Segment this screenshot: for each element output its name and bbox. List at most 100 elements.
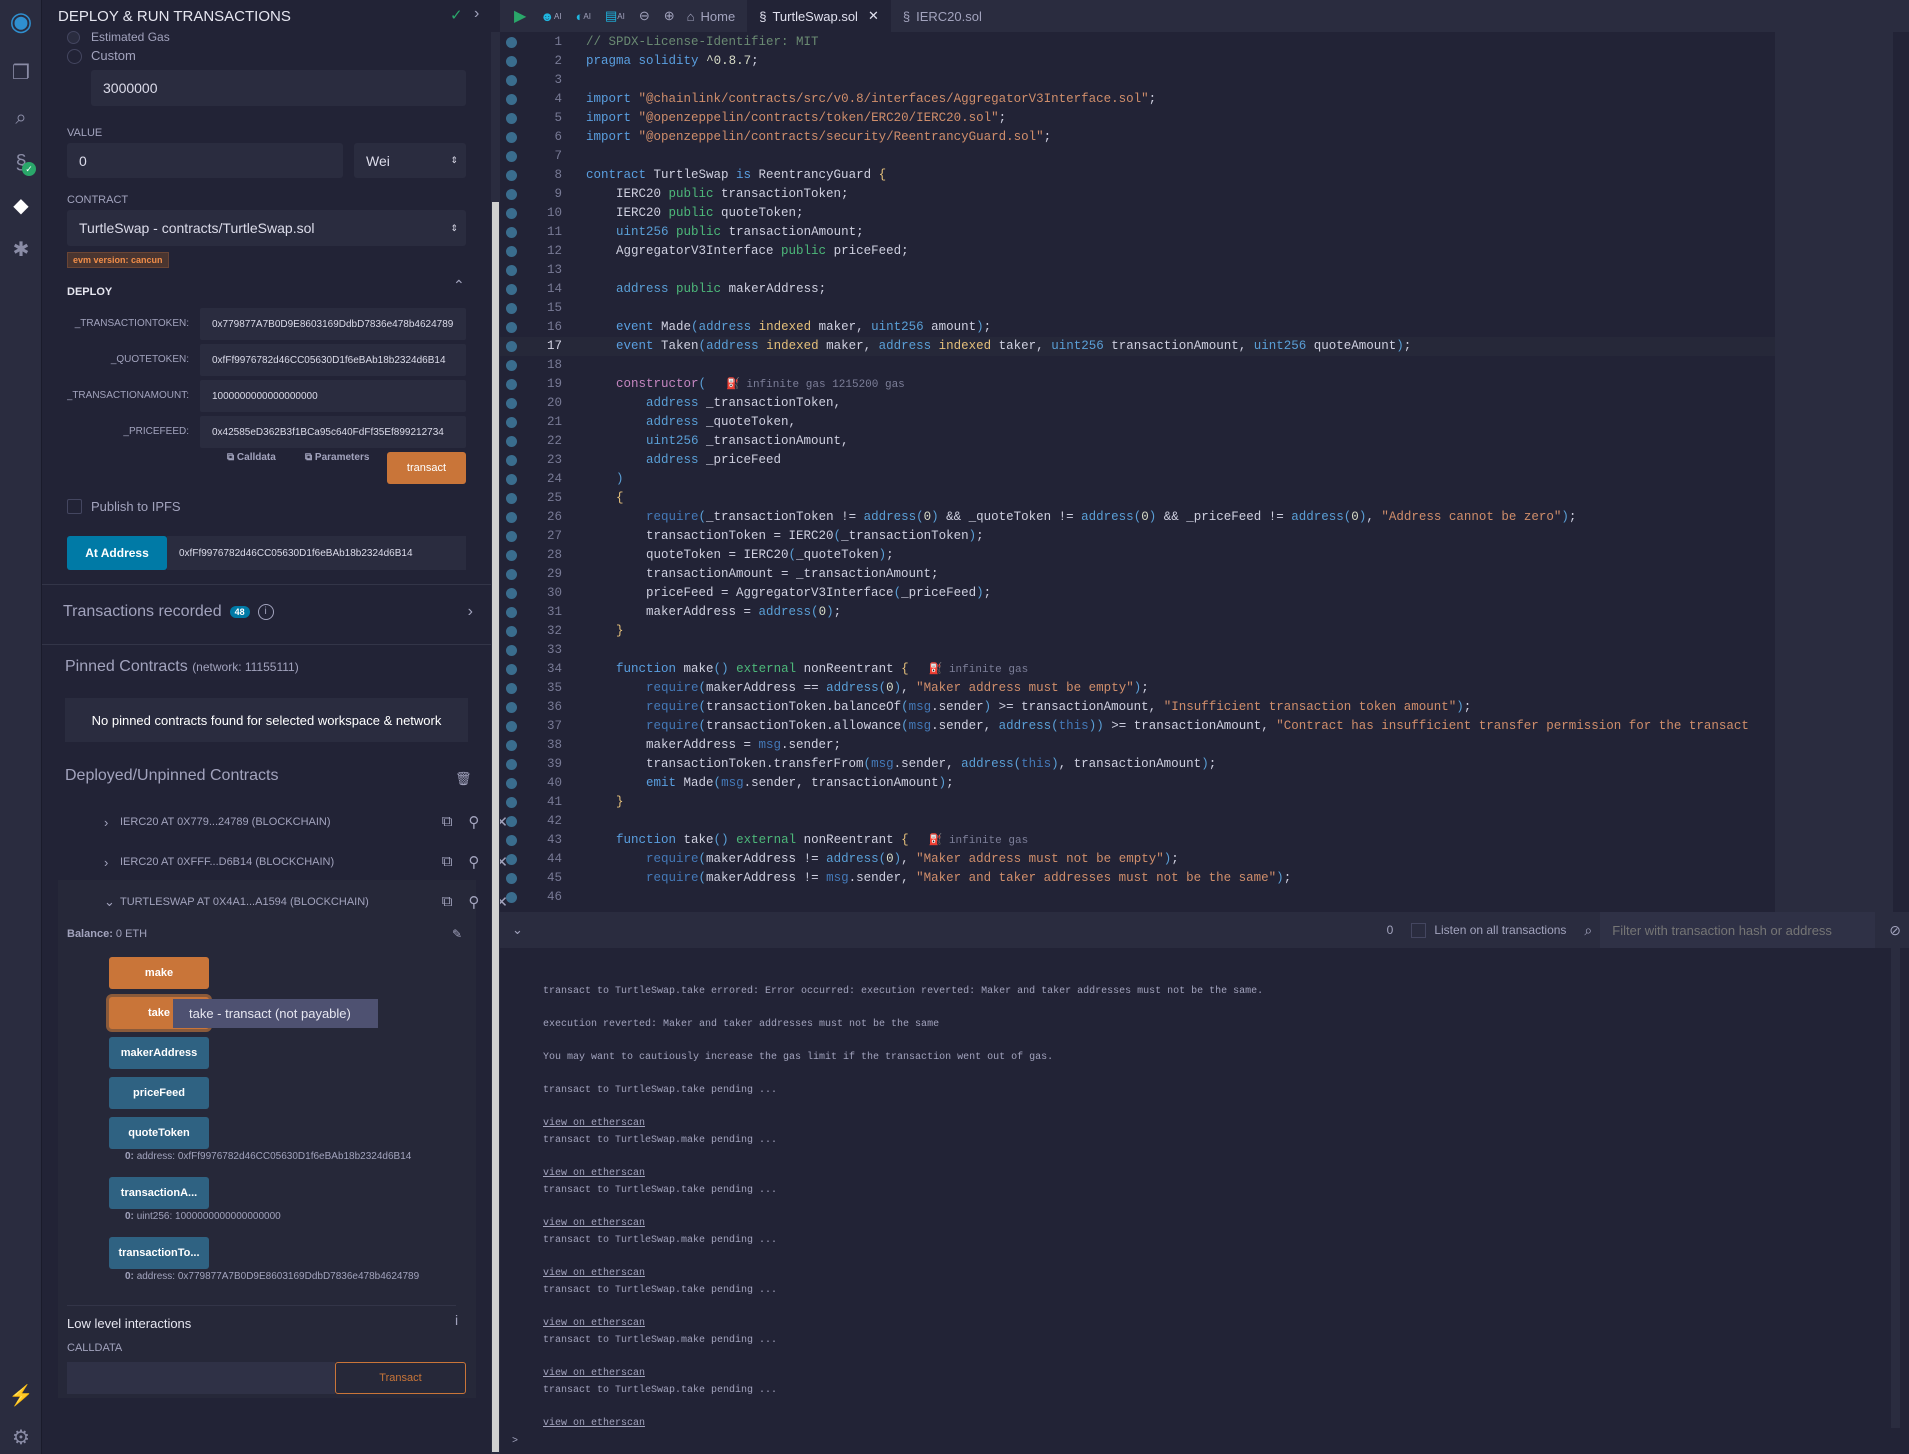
chevron-up-icon[interactable]: ⌃ (453, 277, 465, 294)
value-unit-select[interactable]: Wei ⇕ (354, 143, 466, 178)
function-button-transactionTo[interactable]: transactionTo... (109, 1237, 209, 1269)
code-line[interactable]: 24 ) (500, 470, 1775, 489)
debugger-icon[interactable]: ✱ (8, 237, 34, 263)
etherscan-link[interactable]: view on etherscan (543, 1118, 645, 1129)
code-line[interactable]: 17 event Taken(address indexed maker, ad… (500, 337, 1775, 356)
code-line[interactable]: 4 import "@chainlink/contracts/src/v0.8/i… (500, 90, 1775, 109)
param-input[interactable]: 0x42585eD362B3f1BCa95c640FdFf35Ef8992127… (200, 416, 466, 448)
at-address-button[interactable]: At Address (67, 536, 167, 570)
breakpoint-marker[interactable] (506, 645, 517, 656)
code-line[interactable]: 35 require(makerAddress == address(0), "… (500, 679, 1775, 698)
function-button-priceFeed[interactable]: priceFeed (109, 1077, 209, 1109)
etherscan-link[interactable]: view on etherscan (543, 1218, 645, 1229)
value-input[interactable]: 0 (67, 143, 343, 178)
contract-select[interactable]: TurtleSwap - contracts/TurtleSwap.sol ⇕ (67, 210, 466, 246)
code-line[interactable]: 42 (500, 812, 1775, 831)
gas-limit-input[interactable]: 3000000 (91, 70, 466, 106)
solidity-compiler-icon[interactable]: § ✓ (8, 150, 36, 176)
param-input[interactable]: 1000000000000000000 (200, 380, 466, 412)
code-line[interactable]: 33 (500, 641, 1775, 660)
breakpoint-marker[interactable] (506, 721, 517, 732)
copy-parameters-button[interactable]: ⧉ Parameters (305, 452, 369, 463)
code-line[interactable]: 1 // SPDX-License-Identifier: MIT (500, 33, 1775, 52)
code-line[interactable]: 14 address public makerAddress; (500, 280, 1775, 299)
code-line[interactable]: 23 address _priceFeed (500, 451, 1775, 470)
breakpoint-marker[interactable] (506, 189, 517, 200)
param-input[interactable]: 0xfFf9976782d46CC05630D1f6eBAb18b2324d6B… (200, 344, 466, 376)
breakpoint-marker[interactable] (506, 835, 517, 846)
breakpoint-marker[interactable] (506, 569, 517, 580)
scrollbar-thumb[interactable] (492, 202, 499, 1452)
breakpoint-marker[interactable] (506, 113, 517, 124)
breakpoint-marker[interactable] (506, 170, 517, 181)
breakpoint-marker[interactable] (506, 550, 517, 561)
code-editor[interactable]: 1 // SPDX-License-Identifier: MIT 2 pragma … (500, 32, 1775, 912)
breakpoint-marker[interactable] (506, 227, 517, 238)
breakpoint-marker[interactable] (506, 436, 517, 447)
estimated-gas-radio[interactable] (67, 31, 80, 44)
breakpoint-marker[interactable] (506, 607, 517, 618)
breakpoint-marker[interactable] (506, 284, 517, 295)
etherscan-link[interactable]: view on etherscan (543, 1268, 645, 1279)
code-line[interactable]: 30 priceFeed = AggregatorV3Interface(_pr… (500, 584, 1775, 603)
breakpoint-marker[interactable] (506, 208, 517, 219)
breakpoint-marker[interactable] (506, 493, 517, 504)
tab-file[interactable]: § IERC20.sol (891, 0, 994, 32)
listen-checkbox[interactable] (1411, 922, 1427, 938)
code-line[interactable]: 5 import "@openzeppelin/contracts/token/E… (500, 109, 1775, 128)
breakpoint-marker[interactable] (506, 702, 517, 713)
breakpoint-marker[interactable] (506, 322, 517, 333)
breakpoint-marker[interactable] (506, 626, 517, 637)
code-line[interactable]: 3 (500, 71, 1775, 90)
code-line[interactable]: 36 require(transactionToken.balanceOf(ms… (500, 698, 1775, 717)
minimap[interactable] (1775, 32, 1893, 912)
etherscan-link[interactable]: view on etherscan (543, 1418, 645, 1429)
code-line[interactable]: 11 uint256 public transactionAmount; (500, 223, 1775, 242)
code-line[interactable]: 34 function make() external nonReentrant… (500, 660, 1775, 679)
pin-icon[interactable]: ⚲ (468, 813, 479, 831)
code-line[interactable]: 15 (500, 299, 1775, 318)
pin-icon[interactable]: ⚲ (468, 853, 479, 871)
tab-home[interactable]: ⌂ Home (675, 0, 748, 32)
chevron-right-icon[interactable]: › (474, 5, 479, 23)
calldata-input[interactable] (67, 1362, 335, 1394)
publish-ipfs-checkbox[interactable] (67, 499, 82, 514)
settings-icon[interactable]: ⚙ (8, 1425, 34, 1451)
panel-scrollbar[interactable] (491, 32, 500, 1454)
breakpoint-marker[interactable] (506, 531, 517, 542)
param-input[interactable]: 0x779877A7B0D9E8603169DdbD7836e478b46247… (200, 308, 466, 340)
ai-toggle-button[interactable]: ◐ AI (576, 9, 591, 24)
breakpoint-marker[interactable] (506, 740, 517, 751)
info-icon[interactable]: i (455, 1312, 458, 1328)
code-line[interactable]: 29 transactionAmount = _transactionAmoun… (500, 565, 1775, 584)
breakpoint-marker[interactable] (506, 56, 517, 67)
remix-logo-icon[interactable]: ◉ (8, 8, 34, 34)
breakpoint-marker[interactable] (506, 360, 517, 371)
breakpoint-marker[interactable] (506, 588, 517, 599)
etherscan-link[interactable]: view on etherscan (543, 1168, 645, 1179)
breakpoint-marker[interactable] (506, 797, 517, 808)
collapse-terminal-icon[interactable]: ⌄ (512, 922, 523, 938)
breakpoint-marker[interactable] (506, 683, 517, 694)
code-line[interactable]: 12 AggregatorV3Interface public priceFee… (500, 242, 1775, 261)
breakpoint-marker[interactable] (506, 455, 517, 466)
terminal-scrollbar[interactable] (1891, 948, 1900, 1428)
deploy-transact-button[interactable]: transact (387, 452, 466, 484)
code-line[interactable]: 9 IERC20 public transactionToken; (500, 185, 1775, 204)
copy-icon[interactable]: ⧉ (442, 813, 453, 831)
code-line[interactable]: 45 require(makerAddress != msg.sender, "… (500, 869, 1775, 888)
breakpoint-marker[interactable] (506, 132, 517, 143)
copy-calldata-button[interactable]: ⧉ Calldata (227, 452, 276, 463)
breakpoint-marker[interactable] (506, 892, 517, 903)
transaction-filter-input[interactable] (1600, 912, 1876, 948)
breakpoint-marker[interactable] (506, 398, 517, 409)
etherscan-link[interactable]: view on etherscan (543, 1368, 645, 1379)
code-line[interactable]: 31 makerAddress = address(0); (500, 603, 1775, 622)
trash-icon[interactable]: 🗑 (455, 771, 472, 787)
code-line[interactable]: 6 import "@openzeppelin/contracts/securit… (500, 128, 1775, 147)
low-level-transact-button[interactable]: Transact (335, 1362, 466, 1394)
breakpoint-marker[interactable] (506, 37, 517, 48)
code-line[interactable]: 20 address _transactionToken, (500, 394, 1775, 413)
function-button-makerAddress[interactable]: makerAddress (109, 1037, 209, 1069)
close-tab-icon[interactable]: ✕ (868, 8, 879, 24)
